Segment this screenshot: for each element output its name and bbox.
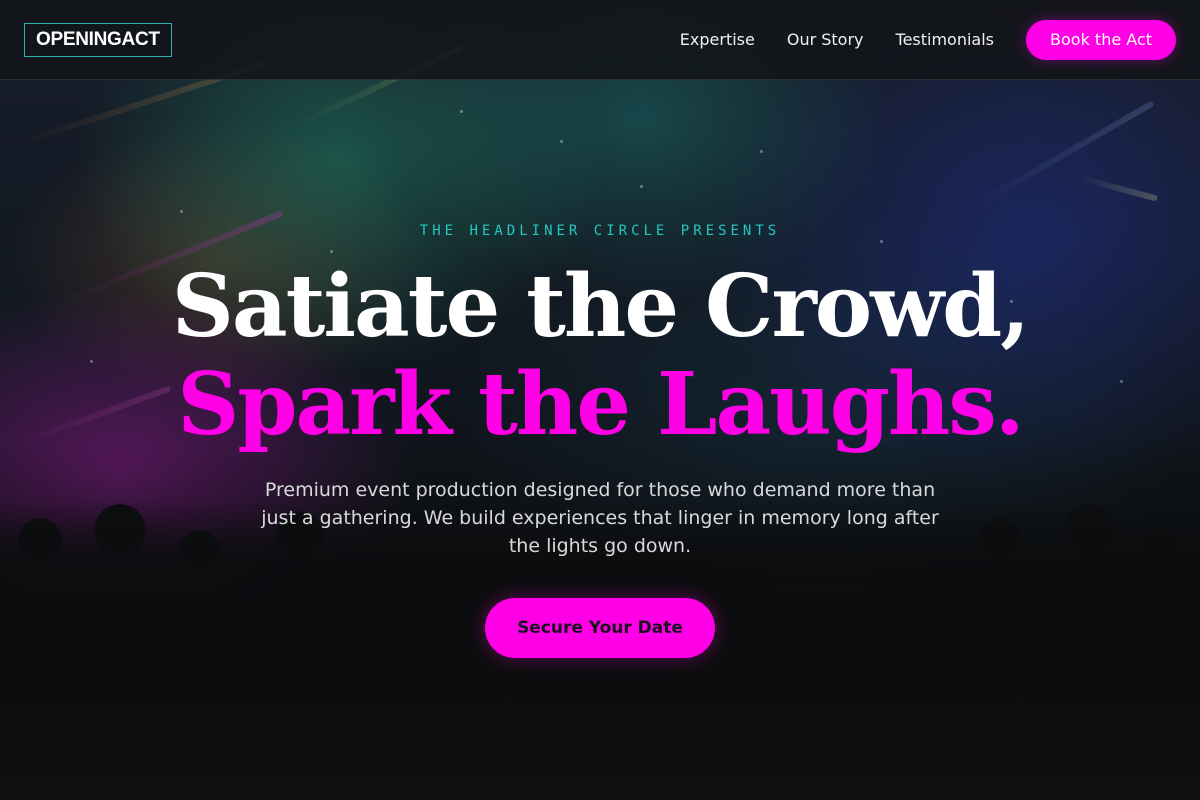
site-logo[interactable]: OPENINGACT xyxy=(24,22,172,57)
headline-line-1: Satiate the Crowd, xyxy=(171,256,1030,357)
top-navbar: OPENINGACT Expertise Our Story Testimoni… xyxy=(0,0,1200,80)
hero-eyebrow: THE HEADLINER CIRCLE PRESENTS xyxy=(419,223,781,239)
nav-link-testimonials[interactable]: Testimonials xyxy=(896,30,995,49)
book-the-act-button[interactable]: Book the Act xyxy=(1026,19,1176,60)
headline-line-2: Spark the Laughs. xyxy=(177,354,1024,455)
hero-subtext: Premium event production designed for th… xyxy=(261,479,939,557)
nav-links: Expertise Our Story Testimonials Book th… xyxy=(680,19,1176,60)
hero-headline: Satiate the Crowd, Spark the Laughs. xyxy=(0,258,1200,454)
secure-your-date-button[interactable]: Secure Your Date xyxy=(485,598,715,658)
nav-link-our-story[interactable]: Our Story xyxy=(787,30,864,49)
nav-link-expertise[interactable]: Expertise xyxy=(680,30,755,49)
